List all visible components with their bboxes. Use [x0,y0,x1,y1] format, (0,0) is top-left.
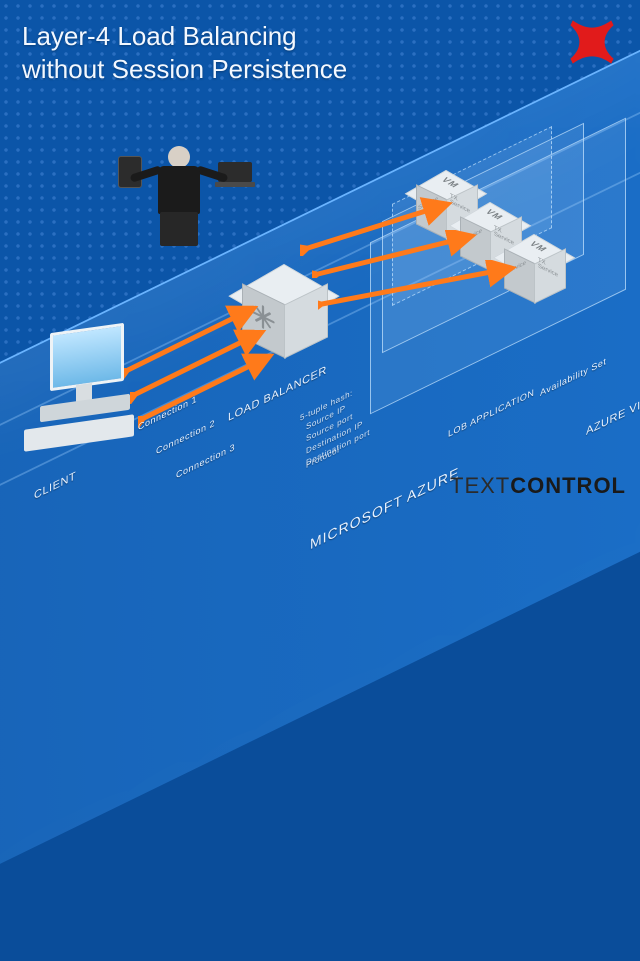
brand-light: TEXT [450,473,510,498]
brand-logo: TEXTCONTROL [450,473,626,499]
diagram-title: Layer-4 Load Balancing without Session P… [22,20,347,85]
monitor-icon [50,323,124,391]
brand-bold: CONTROL [510,473,626,498]
node-client [20,328,140,448]
user-figure [120,146,240,266]
cross-icon [562,12,622,72]
